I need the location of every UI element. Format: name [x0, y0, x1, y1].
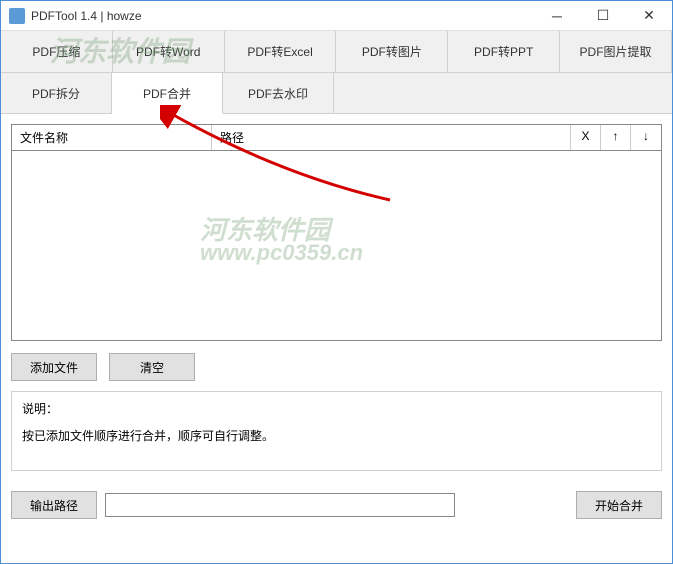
description-label: 说明：: [22, 400, 651, 417]
column-header-down[interactable]: ↓: [631, 125, 661, 150]
tab-pdf-to-word[interactable]: PDF转Word: [113, 31, 225, 72]
tabs-row-2: PDF拆分 PDF合并 PDF去水印: [1, 73, 672, 114]
tabs-row-1: PDF压缩 PDF转Word PDF转Excel PDF转图片 PDF转PPT …: [1, 31, 672, 73]
tab-pdf-split[interactable]: PDF拆分: [1, 73, 112, 114]
column-header-up[interactable]: ↑: [601, 125, 631, 150]
tabs-filler: [334, 73, 672, 114]
clear-button[interactable]: 清空: [109, 353, 195, 381]
tab-pdf-compress[interactable]: PDF压缩: [1, 31, 113, 72]
bottom-row: 输出路径 开始合并: [11, 491, 662, 519]
tab-pdf-to-ppt[interactable]: PDF转PPT: [448, 31, 560, 72]
column-header-path[interactable]: 路径: [212, 125, 571, 150]
app-window: PDFTool 1.4 | howze ─ ☐ ✕ PDF压缩 PDF转Word…: [0, 0, 673, 564]
output-path-button[interactable]: 输出路径: [11, 491, 97, 519]
file-list-header: 文件名称 路径 X ↑ ↓: [11, 124, 662, 151]
tab-pdf-merge[interactable]: PDF合并: [112, 73, 223, 114]
button-row: 添加文件 清空: [11, 353, 662, 381]
app-icon: [9, 8, 25, 24]
column-header-remove[interactable]: X: [571, 125, 601, 150]
column-header-filename[interactable]: 文件名称: [12, 125, 212, 150]
output-path-input[interactable]: [105, 493, 455, 517]
tab-pdf-image-extract[interactable]: PDF图片提取: [560, 31, 672, 72]
start-merge-button[interactable]: 开始合并: [576, 491, 662, 519]
minimize-button[interactable]: ─: [534, 1, 580, 31]
window-title: PDFTool 1.4 | howze: [31, 9, 534, 23]
close-button[interactable]: ✕: [626, 1, 672, 31]
description-box: 说明： 按已添加文件顺序进行合并，顺序可自行调整。: [11, 391, 662, 471]
tab-pdf-remove-watermark[interactable]: PDF去水印: [223, 73, 334, 114]
description-text: 按已添加文件顺序进行合并，顺序可自行调整。: [22, 427, 651, 444]
file-list-body[interactable]: [11, 151, 662, 341]
add-file-button[interactable]: 添加文件: [11, 353, 97, 381]
maximize-button[interactable]: ☐: [580, 1, 626, 31]
tab-pdf-to-image[interactable]: PDF转图片: [336, 31, 448, 72]
window-controls: ─ ☐ ✕: [534, 1, 672, 31]
tab-pdf-to-excel[interactable]: PDF转Excel: [225, 31, 337, 72]
titlebar: PDFTool 1.4 | howze ─ ☐ ✕: [1, 1, 672, 31]
content-area: 文件名称 路径 X ↑ ↓ 添加文件 清空 说明： 按已添加文件顺序进行合并，顺…: [1, 114, 672, 563]
